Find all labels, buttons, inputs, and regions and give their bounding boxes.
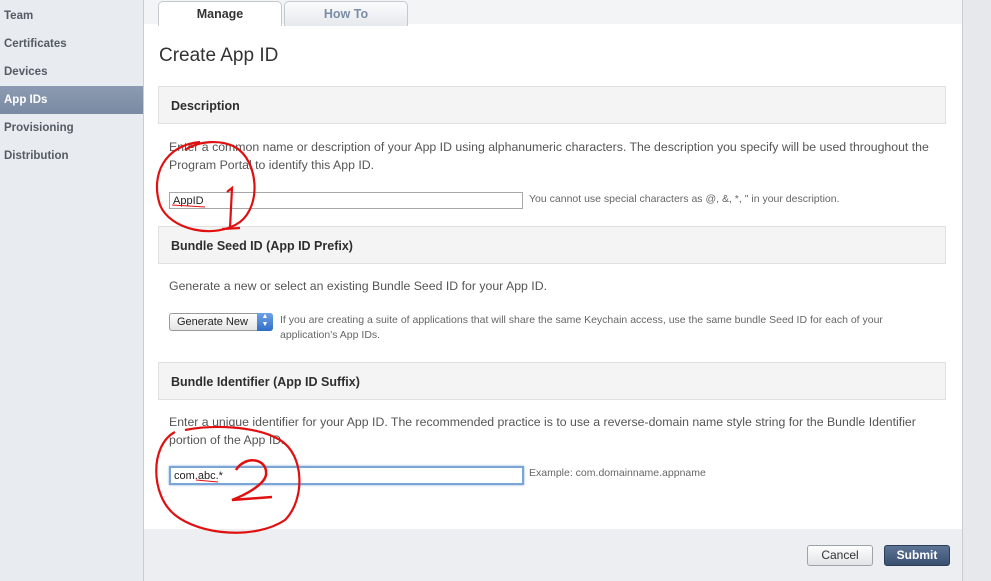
seed-help-text: Generate a new or select an existing Bun… xyxy=(169,279,548,293)
tab-how-to[interactable]: How To xyxy=(284,1,408,26)
sidebar-item-certificates[interactable]: Certificates xyxy=(0,30,143,58)
identifier-section-header: Bundle Identifier (App ID Suffix) xyxy=(158,362,946,400)
sidebar-item-app-ids[interactable]: App IDs xyxy=(0,86,143,114)
tab-manage[interactable]: Manage xyxy=(158,1,282,26)
seed-section-header: Bundle Seed ID (App ID Prefix) xyxy=(158,226,946,264)
updown-arrows-icon: ▲ ▼ xyxy=(257,313,273,331)
description-note: You cannot use special characters as @, … xyxy=(529,193,840,205)
identifier-note: Example: com.domainname.appname xyxy=(529,467,706,479)
description-section-header: Description xyxy=(158,86,946,124)
submit-button[interactable]: Submit xyxy=(884,545,950,566)
sidebar-item-team[interactable]: Team xyxy=(0,2,143,30)
description-input[interactable] xyxy=(169,192,523,209)
cancel-button[interactable]: Cancel xyxy=(807,545,873,566)
sidebar-item-devices[interactable]: Devices xyxy=(0,58,143,86)
right-edge xyxy=(962,0,991,581)
bundle-identifier-input[interactable] xyxy=(169,466,524,485)
sidebar-item-provisioning[interactable]: Provisioning xyxy=(0,114,143,142)
sidebar-nav: Team Certificates Devices App IDs Provis… xyxy=(0,0,144,581)
seed-select[interactable]: Generate New ▲ ▼ xyxy=(169,313,273,331)
sidebar-item-distribution[interactable]: Distribution xyxy=(0,142,143,170)
seed-select-value: Generate New xyxy=(177,316,248,328)
description-help-text: Enter a common name or description of yo… xyxy=(169,140,929,172)
seed-note: If you are creating a suite of applicati… xyxy=(280,314,883,341)
page-title: Create App ID xyxy=(159,45,279,66)
identifier-help-text: Enter a unique identifier for your App I… xyxy=(169,415,916,447)
